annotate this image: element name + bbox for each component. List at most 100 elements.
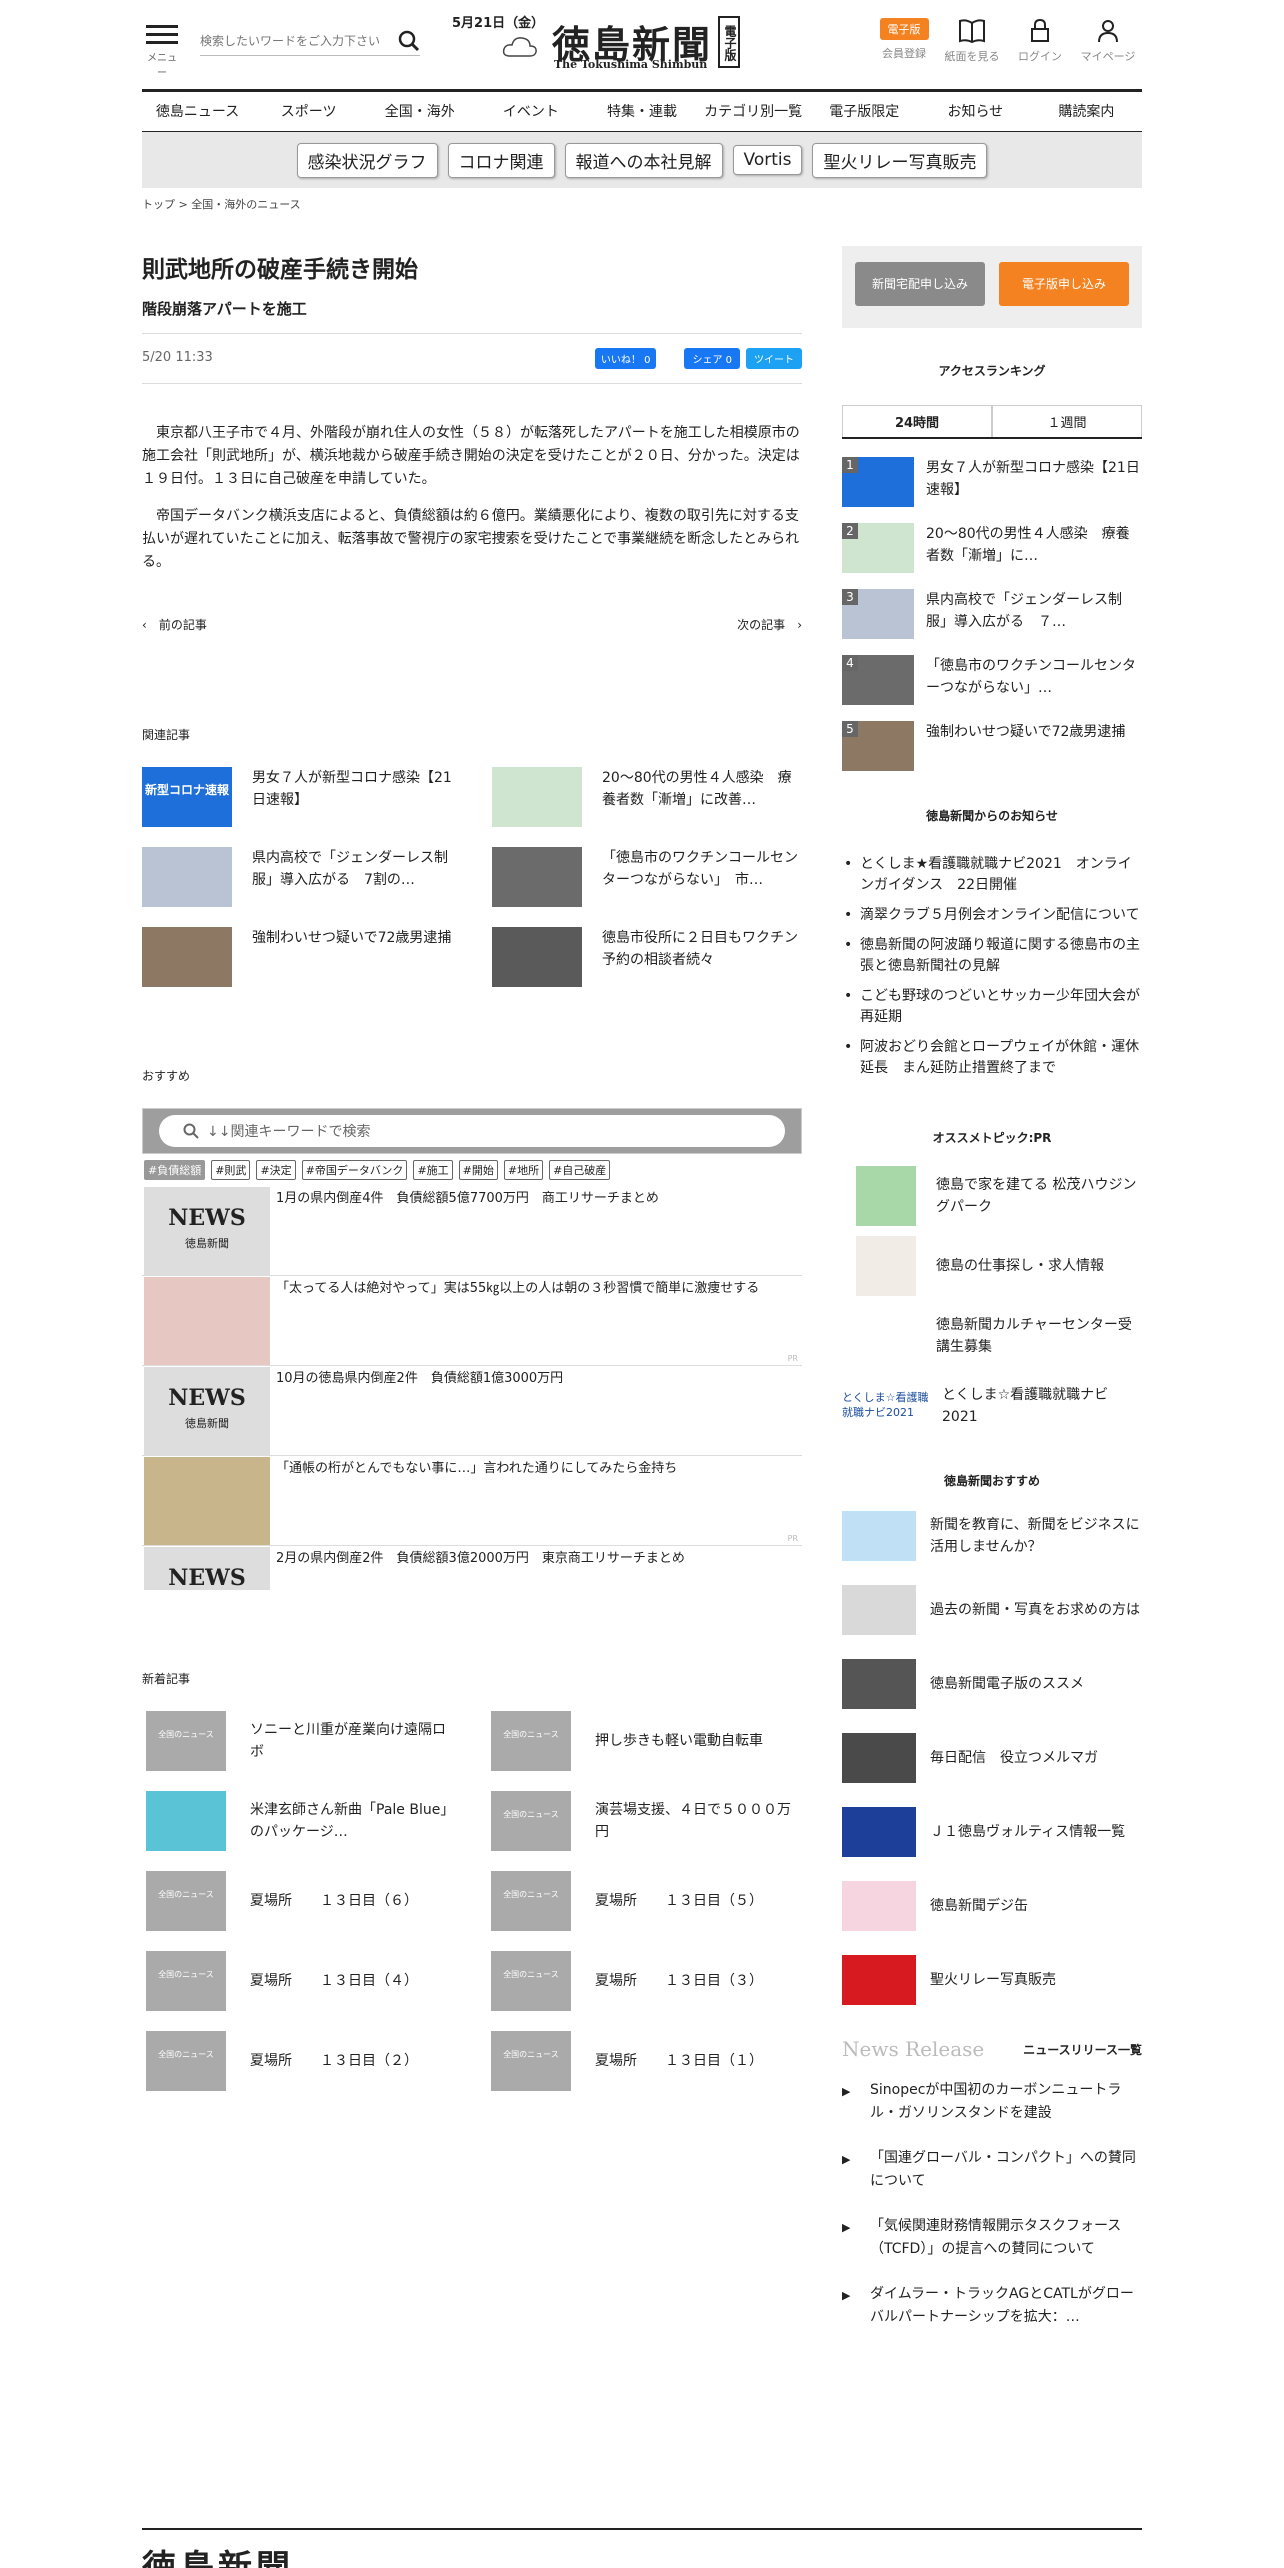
- nav-item[interactable]: スポーツ: [253, 94, 364, 131]
- pick-item[interactable]: 徳島で家を建てる 松茂ハウジングパーク: [842, 1166, 1142, 1226]
- nav-item[interactable]: 全国・海外: [364, 94, 475, 131]
- keyword-chip[interactable]: #負債総額: [144, 1160, 206, 1180]
- prev-article-link[interactable]: ‹ 前の記事: [142, 616, 207, 633]
- search-input[interactable]: [200, 26, 390, 48]
- breadcrumb-home[interactable]: トップ: [142, 198, 175, 211]
- notice-item[interactable]: 阿波おどり会館とロープウェイが休館・運休延長 まん延防止措置終了まで: [842, 1037, 1142, 1079]
- nav-item[interactable]: カテゴリ別一覧: [698, 94, 809, 131]
- next-article-link[interactable]: 次の記事 ›: [737, 616, 802, 633]
- tab-24h[interactable]: 24時間: [842, 405, 992, 437]
- osusume-item[interactable]: 毎日配信 役立つメルマガ: [842, 1731, 1142, 1785]
- news-release-item[interactable]: 「気候関連財務情報開示タスクフォース（TCFD）」の提言への賛同について: [842, 2215, 1142, 2261]
- ranking-item[interactable]: 5 強制わいせつ疑いで72歳男逮捕: [842, 721, 1142, 773]
- menu-button[interactable]: メニュー: [146, 20, 178, 79]
- pick-item[interactable]: 徳島新聞カルチャーセンター受講生募集: [842, 1306, 1142, 1366]
- tag-button[interactable]: 聖火リレー写真販売: [812, 142, 988, 178]
- fb-share-button[interactable]: シェア 0: [684, 348, 740, 369]
- latest-item[interactable]: 全国のニュース 夏場所 １３日目（５）: [487, 1871, 802, 1931]
- related-item[interactable]: 徳島市役所に２日目もワクチン予約の相談者続々: [492, 927, 802, 987]
- nav-item[interactable]: 購読案内: [1031, 94, 1142, 131]
- keyword-chip[interactable]: #決定: [256, 1160, 296, 1180]
- latest-item[interactable]: 全国のニュース 夏場所 １３日目（１）: [487, 2031, 802, 2091]
- news-release-item[interactable]: ダイムラー・トラックAGとCATLがグローバルパートナーシップを拡大：…: [842, 2283, 1142, 2329]
- related-item[interactable]: 20～80代の男性４人感染 療養者数「漸増」に改善…: [492, 767, 802, 827]
- latest-list: 全国のニュース ソニーと川重が産業向け遠隔ロボ 全国のニュース 押し歩きも軽い電動自転…: [142, 1711, 802, 2091]
- related-item[interactable]: 強制わいせつ疑いで72歳男逮捕: [142, 927, 452, 987]
- nav-item[interactable]: 電子版限定: [809, 94, 920, 131]
- recommend-item[interactable]: NEWS徳島新聞 2月の県内倒産2件 負債総額3億2000万円 東京商工リサーチま…: [142, 1546, 802, 1590]
- related-item[interactable]: 県内高校で「ジェンダーレス制服」導入広がる 7割の…: [142, 847, 452, 907]
- latest-thumbnail: 全国のニュース: [146, 1871, 226, 1931]
- search-icon[interactable]: [398, 30, 420, 56]
- notice-item[interactable]: 滴翠クラブ５月例会オンライン配信について: [842, 905, 1142, 926]
- nav-item[interactable]: イベント: [475, 94, 586, 131]
- recommend-item[interactable]: NEWS 徳島新聞 10月の徳島県内倒産2件 負債総額1億3000万円: [142, 1366, 802, 1456]
- footer-logo[interactable]: 徳島新聞: [142, 2540, 1142, 2568]
- pick-item[interactable]: 徳島の仕事探し・求人情報: [842, 1236, 1142, 1296]
- login-button[interactable]: ログイン: [1006, 18, 1074, 64]
- news-release-item[interactable]: Sinopecが中国初のカーボンニュートラル・ガソリンスタンドを建設: [842, 2079, 1142, 2125]
- keyword-chip[interactable]: #則武: [211, 1160, 251, 1180]
- member-register-button[interactable]: 電子版 会員登録: [870, 18, 938, 64]
- related-item[interactable]: 「徳島市のワクチンコールセンターつながらない」 市…: [492, 847, 802, 907]
- mypage-button[interactable]: マイページ: [1074, 18, 1142, 64]
- tag-button[interactable]: コロナ関連: [447, 142, 555, 178]
- keyword-chip[interactable]: #自己破産: [549, 1160, 611, 1180]
- latest-item[interactable]: 全国のニュース 夏場所 １３日目（２）: [142, 2031, 457, 2091]
- tag-button[interactable]: 報道への本社見解: [564, 142, 723, 178]
- recommend-item[interactable]: NEWS 徳島新聞 1月の県内倒産4件 負債総額5億7700万円 商工リサーチまとめ: [142, 1186, 802, 1276]
- osusume-item[interactable]: 新聞を教育に、新聞をビジネスに活用しませんか？: [842, 1509, 1142, 1563]
- ranking-item[interactable]: 1 男女７人が新型コロナ感染【21日速報】: [842, 457, 1142, 509]
- recommend-item[interactable]: 「太ってる人は絶対やって」実は55㎏以上の人は朝の３秒習慣で簡単に激痩せする PR: [142, 1276, 802, 1366]
- latest-item[interactable]: 全国のニュース 演芸場支援、４日で５０００万円: [487, 1791, 802, 1851]
- latest-item[interactable]: 全国のニュース 夏場所 １３日目（４）: [142, 1951, 457, 2011]
- latest-item[interactable]: 全国のニュース ソニーと川重が産業向け遠隔ロボ: [142, 1711, 457, 1771]
- related-title: 強制わいせつ疑いで72歳男逮捕: [252, 930, 452, 946]
- tab-week[interactable]: １週間: [992, 405, 1142, 437]
- latest-thumbnail: 全国のニュース: [146, 1711, 226, 1771]
- keyword-chip[interactable]: #地所: [503, 1160, 544, 1180]
- ranking-item[interactable]: 4 「徳島市のワクチンコールセンターつながらない」…: [842, 655, 1142, 707]
- recommend-search-input[interactable]: ↓↓関連キーワードで検索: [159, 1115, 785, 1147]
- keyword-chip[interactable]: #帝国データバンク: [301, 1160, 408, 1180]
- fb-like-button[interactable]: いいね！ 0: [594, 348, 657, 369]
- tweet-button[interactable]: ツイート: [746, 348, 802, 369]
- related-thumbnail: [492, 847, 582, 907]
- notice-item[interactable]: とくしま★看護職就職ナビ2021 オンラインガイダンス 22日開催: [842, 854, 1142, 896]
- recommend-item[interactable]: 「通帳の桁がとんでもない事に…」言われた通りにしてみたら金持ち PR: [142, 1456, 802, 1546]
- delivery-apply-button[interactable]: 新聞宅配申し込み: [855, 262, 985, 306]
- related-item[interactable]: 新型コロナ速報 男女７人が新型コロナ感染【21日速報】: [142, 767, 452, 827]
- latest-item[interactable]: 全国のニュース 夏場所 １３日目（６）: [142, 1871, 457, 1931]
- keyword-chip[interactable]: #開始: [458, 1160, 498, 1180]
- tag-button[interactable]: Vortis: [732, 145, 803, 175]
- breadcrumb-current[interactable]: 全国・海外のニュース: [191, 198, 300, 211]
- tag-button[interactable]: 感染状況グラフ: [296, 142, 438, 178]
- news-release-list-link[interactable]: ニュースリリース一覧: [1023, 2041, 1142, 2058]
- ranking-item[interactable]: 2 20～80代の男性４人感染 療養者数「漸増」に…: [842, 523, 1142, 575]
- related-thumbnail: 新型コロナ速報: [142, 767, 232, 827]
- news-release-item[interactable]: 「国連グローバル・コンパクト」への賛同について: [842, 2147, 1142, 2193]
- osusume-item[interactable]: 聖火リレー写真販売: [842, 1953, 1142, 2007]
- osusume-heading: 徳島新聞おすすめ: [943, 1474, 1040, 1488]
- paper-view-button[interactable]: 紙面を見る: [938, 18, 1006, 64]
- osusume-item[interactable]: 徳島新聞電子版のススメ: [842, 1657, 1142, 1711]
- nav-item[interactable]: お知らせ: [920, 94, 1031, 131]
- article-pager: ‹ 前の記事 次の記事 ›: [142, 616, 802, 636]
- thumbnail-label: 全国のニュース: [158, 1890, 214, 1899]
- latest-item[interactable]: 全国のニュース 押し歩きも軽い電動自転車: [487, 1711, 802, 1771]
- nav-item[interactable]: 特集・連載: [586, 94, 697, 131]
- latest-item[interactable]: 米津玄師さん新曲「Pale Blue」のパッケージ…: [142, 1791, 457, 1851]
- site-logo[interactable]: 徳島新聞 The Tokushima Shimbun 電子版: [502, 14, 742, 72]
- osusume-item[interactable]: 徳島新聞デジ缶: [842, 1879, 1142, 1933]
- osusume-item[interactable]: 過去の新聞・写真をお求めの方は: [842, 1583, 1142, 1637]
- latest-item[interactable]: 全国のニュース 夏場所 １３日目（３）: [487, 1951, 802, 2011]
- pick-item[interactable]: とくしま☆看護職 就職ナビ2021 とくしま☆看護職就職ナビ2021: [842, 1376, 1142, 1436]
- nav-item[interactable]: 徳島ニュース: [142, 94, 253, 131]
- keyword-chip[interactable]: #施工: [413, 1160, 453, 1180]
- osusume-item[interactable]: Ｊ１徳島ヴォルティス情報一覧: [842, 1805, 1142, 1859]
- pick-thumbnail: [856, 1166, 916, 1226]
- notice-item[interactable]: 徳島新聞の阿波踊り報道に関する徳島市の主張と徳島新聞社の見解: [842, 935, 1142, 977]
- epaper-apply-button[interactable]: 電子版申し込み: [999, 262, 1129, 306]
- ranking-item[interactable]: 3 県内高校で「ジェンダーレス制服」導入広がる ７…: [842, 589, 1142, 641]
- notice-item[interactable]: こども野球のつどいとサッカー少年団大会が再延期: [842, 986, 1142, 1028]
